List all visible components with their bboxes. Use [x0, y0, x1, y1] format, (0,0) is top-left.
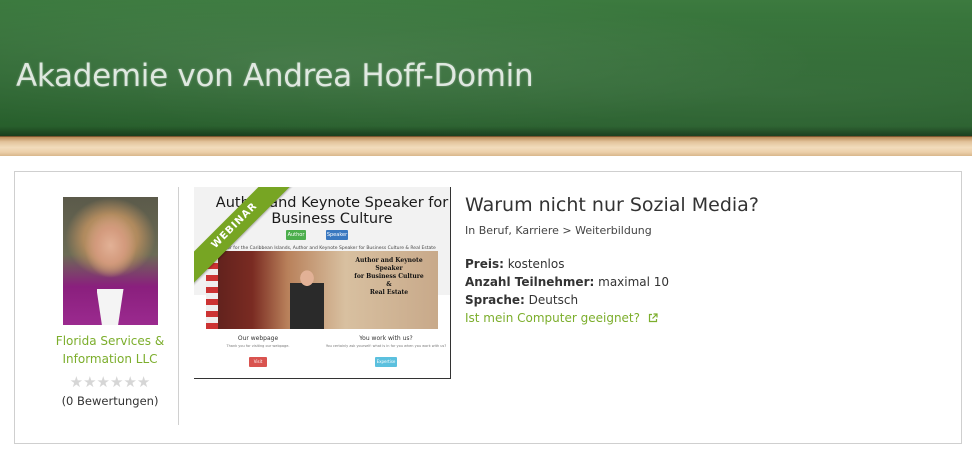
course-title[interactable]: Warum nicht nur Sozial Media? [465, 192, 945, 218]
external-link-icon [648, 313, 658, 323]
participants-label: Anzahl Teilnehmer: [465, 275, 595, 289]
academy-banner: Akademie von Andrea Hoff-Domin [0, 0, 972, 156]
webinar-badge: WEBINAR [194, 187, 296, 287]
language-label: Sprache: [465, 293, 525, 307]
banner-wood-ledge [0, 136, 972, 156]
overlay-line3: & [386, 281, 392, 288]
thumbnail-overlay-text: Author and Keynote Speaker for Business … [344, 257, 434, 297]
banner-shadow [0, 126, 972, 136]
footer-right-heading: You work with us? [359, 335, 413, 342]
overlay-line4: Real Estate [369, 289, 409, 296]
overlay-line2: for Business Culture [354, 273, 424, 280]
author-avatar[interactable] [62, 197, 158, 325]
participants-value: maximal 10 [598, 275, 670, 289]
academy-title: Akademie von Andrea Hoff-Domin [16, 58, 534, 94]
thumbnail-speaker-button: Speaker [326, 230, 348, 240]
price-row: Preis: kostenlos [465, 255, 945, 273]
price-value: kostenlos [507, 257, 565, 271]
footer-left-heading: Our webpage [237, 335, 279, 342]
course-info: Warum nicht nur Sozial Media? In Beruf, … [465, 192, 945, 327]
reviews-count: (0 Bewertungen) [61, 394, 159, 408]
participants-row: Anzahl Teilnehmer: maximal 10 [465, 273, 945, 291]
language-row: Sprache: Deutsch [465, 291, 945, 309]
author-company-line2: Information LLC [62, 352, 158, 366]
author-panel: Florida Services & Information LLC ★★★★★… [45, 197, 175, 408]
webinar-ribbon-clip: WEBINAR [194, 187, 304, 297]
footer-left-text: Thank you for visiting our webpage. [226, 344, 290, 348]
overlay-line1: Author and Keynote Speaker [355, 257, 423, 272]
price-label: Preis: [465, 257, 504, 271]
avatar-collar [96, 289, 124, 325]
language-value: Deutsch [528, 293, 579, 307]
course-details: Preis: kostenlos Anzahl Teilnehmer: maxi… [465, 255, 945, 327]
thumbnail-footer-right: You work with us? You certainly ask your… [322, 335, 450, 367]
author-company-line1: Florida Services & [55, 334, 165, 348]
computer-check-link[interactable]: Ist mein Computer geeignet? [465, 309, 945, 327]
course-card: Florida Services & Information LLC ★★★★★… [14, 171, 962, 444]
footer-expertise-button: Expertise [375, 357, 397, 367]
thumbnail-footer-left: Our webpage Thank you for visiting our w… [194, 335, 322, 367]
computer-check-label: Ist mein Computer geeignet? [465, 311, 641, 325]
panel-divider [178, 187, 179, 425]
rating-stars: ★★★★★★ [69, 373, 151, 391]
footer-right-text: You certainly ask yourself: what is in f… [325, 344, 447, 348]
author-company-link[interactable]: Florida Services & Information LLC [45, 332, 175, 368]
footer-visit-button: Visit [249, 357, 267, 367]
course-category-breadcrumb: In Beruf, Karriere > Weiterbildung [465, 224, 652, 237]
